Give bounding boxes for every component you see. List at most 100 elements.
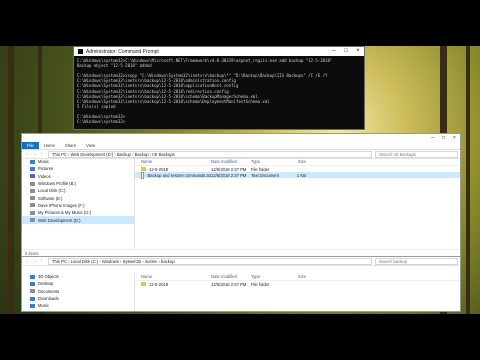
- file-list[interactable]: Name Date modified Type Size 12-5-2018 12…: [135, 273, 460, 311]
- maximize-icon[interactable]: □: [438, 135, 449, 141]
- nav-item-label: Desktop: [38, 281, 54, 287]
- tab-home[interactable]: Home: [39, 142, 60, 149]
- close-icon[interactable]: ×: [449, 135, 460, 141]
- nav-item[interactable]: Dave iPhone Images (F:): [22, 202, 134, 209]
- tab-view[interactable]: View: [81, 142, 100, 149]
- command-prompt-window[interactable]: Administrator: Command Prompt – □ × C:\W…: [73, 46, 365, 130]
- file-tab[interactable]: File: [22, 142, 39, 149]
- navigation-pane[interactable]: 3D Objects Desktop Documents Downloads Music…: [22, 273, 135, 311]
- drive-or-folder-icon: [30, 203, 35, 208]
- nav-item-label: Music: [38, 159, 49, 165]
- nav-item[interactable]: Music: [22, 302, 134, 309]
- file-date: 12/5/2018 2:37 PM: [211, 166, 247, 172]
- file-type: File folder: [251, 166, 270, 172]
- nav-item[interactable]: Windows Profile (B:): [22, 180, 134, 187]
- nav-item-label: Windows Profile (B:): [38, 181, 76, 187]
- file-explorer-iis-backups[interactable]: – □ × File Home Share View ← → ↑ This PC…: [21, 133, 461, 257]
- file-size: 1 KB: [296, 172, 306, 178]
- minimize-icon[interactable]: –: [427, 135, 438, 141]
- file-type: File folder: [251, 281, 270, 287]
- drive-or-folder-icon: [30, 188, 35, 193]
- nav-item[interactable]: Music: [22, 158, 134, 165]
- forward-arrow-icon[interactable]: →: [31, 258, 38, 264]
- file-name-cell: Backup and restore commands.txt: [135, 171, 211, 179]
- nav-item[interactable]: Software (E:): [22, 194, 134, 201]
- column-headers: Name Date modified Type Size: [135, 273, 460, 281]
- file-date: 12/5/2018 2:37 PM: [211, 172, 247, 178]
- tab-share[interactable]: Share: [60, 142, 81, 149]
- drive-or-folder-icon: [30, 296, 35, 301]
- cmd-icon: [78, 49, 83, 54]
- forward-arrow-icon[interactable]: →: [31, 151, 38, 157]
- back-arrow-icon[interactable]: ←: [24, 258, 31, 264]
- search-input[interactable]: Search IIS Backups: [375, 150, 458, 158]
- column-size[interactable]: Size: [281, 159, 306, 164]
- status-bar: 2 items: [22, 249, 460, 256]
- file-type: Text Document: [251, 172, 279, 178]
- cmd-titlebar[interactable]: Administrator: Command Prompt – □ ×: [74, 47, 364, 56]
- breadcrumb[interactable]: This PC › Web Development (D:) › Backup …: [48, 150, 372, 158]
- nav-item-label: Pictures: [38, 166, 54, 172]
- drive-or-folder-icon: [30, 281, 35, 286]
- file-list[interactable]: Name Date modified Type Size 12-5-2018 12…: [135, 158, 460, 250]
- file-row[interactable]: 12-5-2018 12/5/2018 2:37 PM File folder: [135, 281, 460, 287]
- column-name[interactable]: Name: [135, 274, 211, 279]
- column-name[interactable]: Name: [135, 159, 211, 164]
- folder-icon: [141, 282, 146, 286]
- up-arrow-icon[interactable]: ↑: [38, 258, 45, 264]
- cmd-title: Administrator: Command Prompt: [86, 48, 159, 55]
- drive-or-folder-icon: [30, 181, 35, 186]
- ribbon-tabs: File Home Share View: [22, 142, 460, 150]
- mouse-cursor-icon: [230, 185, 233, 190]
- nav-item-label: Web Development (D:): [38, 217, 81, 223]
- drive-or-folder-icon: [30, 166, 35, 171]
- nav-item[interactable]: Web Development (D:): [22, 216, 134, 224]
- maximize-icon[interactable]: □: [340, 47, 352, 56]
- column-date[interactable]: Date modified: [211, 159, 251, 164]
- drive-or-folder-icon: [30, 274, 35, 279]
- column-type[interactable]: Type: [251, 159, 281, 164]
- nav-item-label: Downloads: [38, 296, 59, 302]
- column-date[interactable]: Date modified: [211, 274, 251, 279]
- column-headers: Name Date modified Type Size: [135, 158, 460, 166]
- nav-item-label: Software (E:): [38, 195, 63, 201]
- nav-item-label: 3D Objects: [38, 274, 59, 280]
- nav-item[interactable]: Downloads: [22, 295, 134, 302]
- nav-item[interactable]: 3D Objects: [22, 273, 134, 280]
- address-bar-row: ← → ↑ This PC › Local Disk (C:) › Window…: [22, 257, 460, 266]
- letterbox-bottom: [0, 314, 480, 360]
- cmd-line: C:\Windows\system32>: [77, 119, 126, 125]
- nav-item[interactable]: Local Disk (C:): [22, 187, 134, 194]
- file-row[interactable]: Backup and restore commands.txt 12/5/2018…: [135, 171, 460, 179]
- up-arrow-icon[interactable]: ↑: [38, 151, 45, 157]
- close-icon[interactable]: ×: [352, 47, 364, 56]
- nav-item[interactable]: Pictures: [22, 165, 134, 172]
- file-name: 12-5-2018: [149, 281, 169, 287]
- nav-item[interactable]: Pictures: [22, 309, 134, 312]
- breadcrumb[interactable]: This PC › Local Disk (C:) › Windows › Sy…: [48, 257, 372, 265]
- cmd-output[interactable]: C:\Windows\system32>C:\Windows\Microsoft…: [74, 56, 364, 126]
- nav-item-label: Dave iPhone Images (F:): [38, 202, 85, 208]
- column-size[interactable]: Size: [281, 274, 306, 279]
- file-date: 12/5/2018 2:37 PM: [211, 281, 247, 287]
- back-arrow-icon[interactable]: ←: [24, 151, 31, 157]
- drive-or-folder-icon: [30, 174, 35, 179]
- nav-item[interactable]: My Pictures & My Music (G:): [22, 209, 134, 216]
- navigation-pane[interactable]: Music Pictures Videos Windows Profile (B:) L…: [22, 158, 135, 250]
- nav-item[interactable]: Desktop: [22, 280, 134, 287]
- explorer-titlebar[interactable]: – □ ×: [22, 134, 460, 142]
- file-explorer-inetsrv-backup[interactable]: ← → ↑ This PC › Local Disk (C:) › Window…: [21, 256, 461, 312]
- drive-or-folder-icon: [30, 196, 35, 201]
- minimize-icon[interactable]: –: [328, 47, 340, 56]
- drive-or-folder-icon: [30, 218, 35, 223]
- drive-or-folder-icon: [30, 159, 35, 164]
- nav-item-label: Music: [38, 303, 49, 309]
- drive-or-folder-icon: [30, 210, 35, 215]
- nav-item-label: Videos: [38, 173, 51, 179]
- drive-or-folder-icon: [30, 289, 35, 294]
- nav-item[interactable]: Videos: [22, 173, 134, 180]
- column-type[interactable]: Type: [251, 274, 281, 279]
- letterbox-top: [0, 0, 480, 46]
- search-input[interactable]: Search backup: [375, 257, 458, 265]
- nav-item[interactable]: Documents: [22, 288, 134, 295]
